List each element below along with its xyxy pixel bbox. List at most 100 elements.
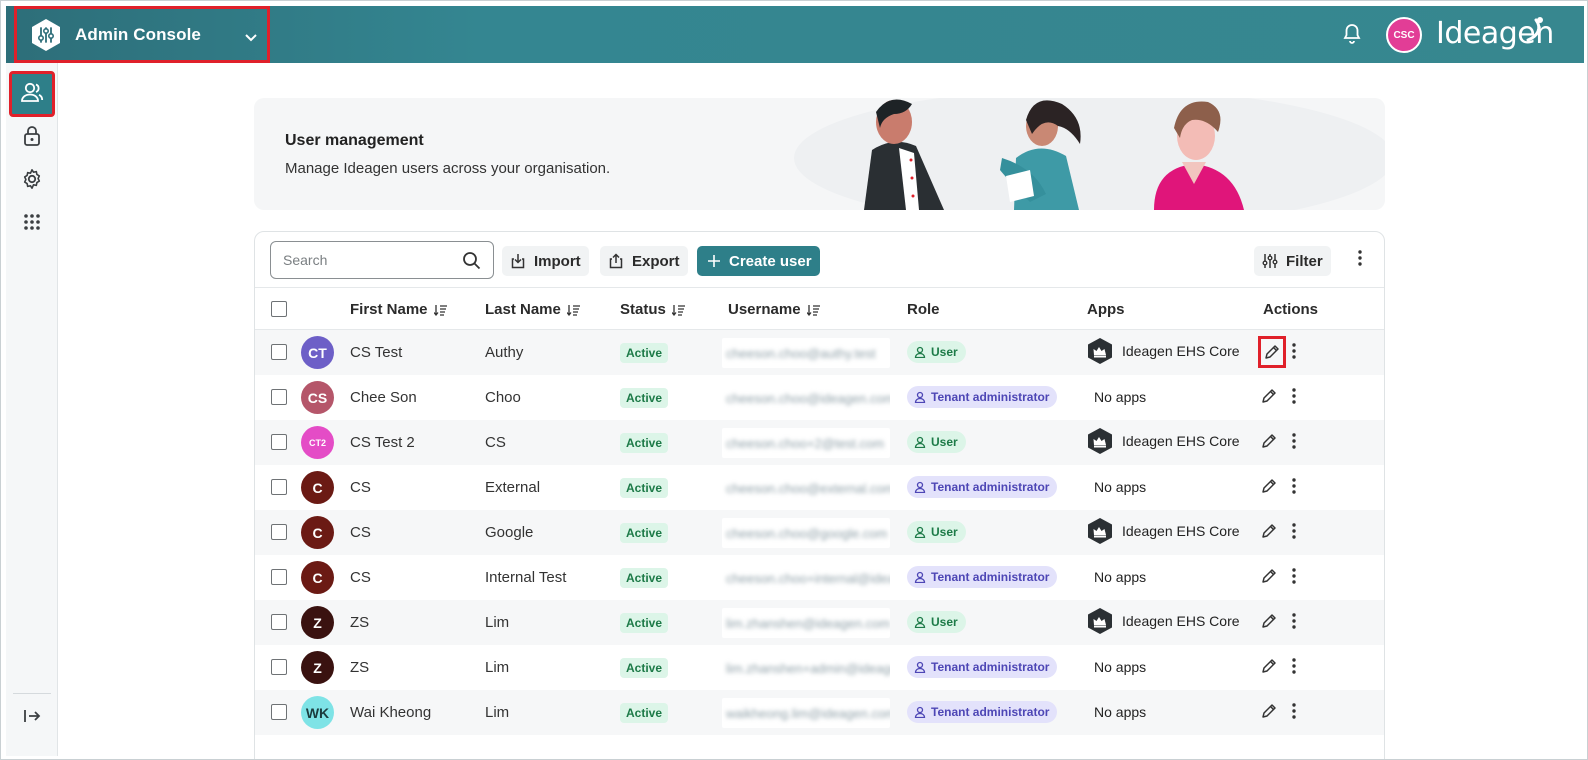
row-more-options-icon[interactable] [1292, 388, 1296, 409]
first-name: Wai Kheong [350, 704, 432, 721]
row-more-options-icon[interactable] [1292, 703, 1296, 724]
search-icon[interactable] [462, 251, 481, 275]
sidebar-item-apps[interactable] [12, 204, 52, 244]
row-checkbox[interactable] [271, 569, 287, 585]
column-last-name[interactable]: Last Name [485, 301, 581, 318]
user-avatar[interactable]: CSC [1386, 17, 1422, 53]
edit-pencil-icon[interactable] [1261, 568, 1277, 589]
role-label: User [931, 345, 958, 359]
import-button[interactable]: Import [502, 246, 589, 276]
status-badge: Active [620, 523, 669, 543]
row-checkbox[interactable] [271, 704, 287, 720]
brand-mark-icon [1524, 16, 1546, 47]
username-field: lim.zhanshen@ideagen.com [722, 608, 890, 638]
last-name: Lim [485, 704, 510, 721]
select-all-checkbox[interactable] [271, 301, 287, 317]
table-row: C CS Internal Test Active cheeson.choo+i… [255, 555, 1384, 600]
first-name: CS Test 2 [350, 434, 415, 451]
apps-cell: No apps [1094, 704, 1147, 720]
app-switcher-button[interactable]: Admin Console [14, 6, 270, 63]
row-checkbox[interactable] [271, 524, 287, 540]
first-name: CS Test [350, 344, 403, 361]
sidebar-item-security[interactable] [12, 118, 52, 158]
username-field: cheeson.choo@authy.test [722, 338, 890, 368]
status-badge: Active [620, 568, 669, 588]
row-checkbox[interactable] [271, 479, 287, 495]
last-name: Lim [485, 614, 510, 631]
gear-icon [21, 168, 43, 195]
column-role: Role [907, 301, 940, 318]
sidebar-expand-button[interactable] [12, 698, 52, 738]
row-more-options-icon[interactable] [1292, 433, 1296, 454]
avatar: CT2 [301, 426, 334, 459]
row-more-options-icon[interactable] [1292, 658, 1296, 679]
avatar: CS [301, 381, 334, 414]
row-checkbox[interactable] [271, 434, 287, 450]
more-options-icon[interactable] [1358, 250, 1362, 271]
edit-pencil-icon[interactable] [1261, 613, 1277, 634]
edit-pencil-icon[interactable] [1261, 478, 1277, 499]
role-user-icon [914, 616, 926, 628]
row-checkbox[interactable] [271, 389, 287, 405]
row-more-options-icon[interactable] [1292, 343, 1296, 364]
sidebar-item-users[interactable] [9, 71, 55, 117]
role-badge: Tenant administrator [907, 476, 1058, 498]
first-name: Chee Son [350, 389, 417, 406]
last-name: Lim [485, 659, 510, 676]
filter-label: Filter [1286, 252, 1323, 270]
edit-pencil-icon[interactable] [1261, 433, 1277, 454]
last-name: Choo [485, 389, 521, 406]
filter-button[interactable]: Filter [1254, 246, 1331, 276]
first-name: CS [350, 479, 371, 496]
row-more-options-icon[interactable] [1292, 478, 1296, 499]
row-more-options-icon[interactable] [1292, 523, 1296, 544]
edit-pencil-icon[interactable] [1258, 336, 1286, 368]
avatar: C [301, 516, 334, 549]
role-user-icon [914, 526, 926, 538]
avatar: Z [301, 651, 334, 684]
row-more-options-icon[interactable] [1292, 613, 1296, 634]
search-box[interactable] [270, 241, 494, 279]
import-icon [511, 254, 525, 269]
status-badge: Active [620, 343, 669, 363]
role-badge: Tenant administrator [907, 386, 1058, 408]
apps-cell: No apps [1094, 389, 1147, 405]
create-user-button[interactable]: Create user [697, 246, 820, 276]
table-toolbar: Import Export Create user Filter [255, 232, 1384, 288]
role-user-icon [914, 481, 926, 493]
last-name: External [485, 479, 541, 496]
page-banner: User management Manage Ideagen users acr… [254, 98, 1385, 210]
status-badge: Active [620, 703, 669, 723]
username-text: cheeson.choo@external.com [726, 480, 890, 496]
role-badge: Tenant administrator [907, 656, 1058, 678]
row-checkbox[interactable] [271, 344, 287, 360]
edit-pencil-icon[interactable] [1261, 388, 1277, 409]
row-checkbox[interactable] [271, 659, 287, 675]
row-checkbox[interactable] [271, 614, 287, 630]
lock-icon [22, 125, 42, 152]
export-icon [609, 253, 623, 269]
column-username[interactable]: Username [728, 301, 821, 318]
edit-pencil-icon[interactable] [1261, 658, 1277, 679]
role-label: User [931, 435, 958, 449]
sidebar-item-settings[interactable] [12, 161, 52, 201]
edit-pencil-icon[interactable] [1261, 523, 1277, 544]
import-label: Import [534, 252, 581, 270]
role-label: Tenant administrator [931, 570, 1050, 584]
column-status[interactable]: Status [620, 301, 686, 318]
edit-pencil-icon[interactable] [1261, 703, 1277, 724]
apps-cell: Ideagen EHS Core [1087, 427, 1240, 455]
ehs-core-app-icon [1088, 518, 1112, 544]
chevron-down-icon [245, 29, 257, 47]
apps-cell: No apps [1094, 479, 1147, 495]
notification-bell-icon[interactable] [1342, 23, 1362, 50]
username-text: lim.zhanshen@ideagen.com [726, 615, 890, 631]
export-button[interactable]: Export [600, 246, 688, 276]
export-label: Export [632, 252, 680, 270]
column-first-name[interactable]: First Name [350, 301, 448, 318]
sort-icon [671, 304, 685, 316]
role-user-icon [914, 661, 926, 673]
app-name: Ideagen EHS Core [1122, 613, 1240, 629]
row-more-options-icon[interactable] [1292, 568, 1296, 589]
search-input[interactable] [283, 252, 453, 268]
